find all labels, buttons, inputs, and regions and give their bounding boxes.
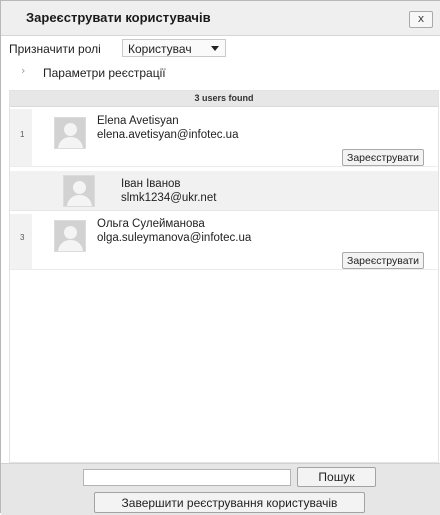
- assign-roles-label: Призначити ролі: [9, 42, 101, 56]
- user-name: Elena Avetisyan: [97, 115, 179, 127]
- enrol-users-dialog: Зареєструвати користувачів x Призначити …: [0, 0, 440, 515]
- row-index-cell: 3: [10, 214, 32, 269]
- user-email: olga.suleymanova@infotec.ua: [97, 232, 252, 244]
- avatar: [54, 220, 86, 252]
- search-input[interactable]: [83, 469, 291, 486]
- role-select[interactable]: Користувач: [122, 39, 226, 57]
- enrol-button[interactable]: Зареєструвати: [342, 252, 424, 269]
- row-index: 3: [20, 233, 25, 242]
- close-button[interactable]: x: [409, 11, 433, 28]
- user-silhouette-icon: [64, 123, 77, 136]
- enrol-button[interactable]: Зареєструвати: [342, 149, 424, 166]
- dialog-header: Зареєструвати користувачів x: [1, 1, 440, 36]
- dialog-footer: Пошук Завершити реєстрування користувачі…: [1, 463, 440, 515]
- avatar: [54, 117, 86, 149]
- enrolment-options-label: Параметри реєстрації: [43, 66, 166, 80]
- chevron-down-icon: [211, 46, 219, 51]
- role-select-value: Користувач: [128, 42, 192, 56]
- user-silhouette-icon: [73, 181, 86, 194]
- user-row-enrolled: Іван Іванов slmk1234@ukr.net: [10, 171, 438, 211]
- search-button[interactable]: Пошук: [297, 467, 376, 487]
- user-email: elena.avetisyan@infotec.ua: [97, 129, 239, 141]
- user-row: 1 Elena Avetisyan elena.avetisyan@infote…: [10, 109, 438, 167]
- users-found-count: 3 users found: [10, 91, 438, 107]
- dialog-title: Зареєструвати користувачів: [26, 10, 211, 25]
- chevron-right-icon: ›: [21, 64, 26, 77]
- user-email: slmk1234@ukr.net: [121, 192, 217, 204]
- user-results-list: 3 users found 1 Elena Avetisyan elena.av…: [9, 90, 439, 463]
- user-name: Ольга Сулейманова: [97, 218, 205, 230]
- finish-enrolling-button[interactable]: Завершити реєстрування користувачів: [94, 492, 365, 513]
- avatar: [63, 175, 95, 207]
- user-silhouette-icon: [64, 226, 77, 239]
- user-name: Іван Іванов: [121, 178, 181, 190]
- row-index-cell: 1: [10, 109, 32, 166]
- user-row: 3 Ольга Сулейманова olga.suleymanova@inf…: [10, 214, 438, 270]
- row-index: 1: [20, 130, 25, 139]
